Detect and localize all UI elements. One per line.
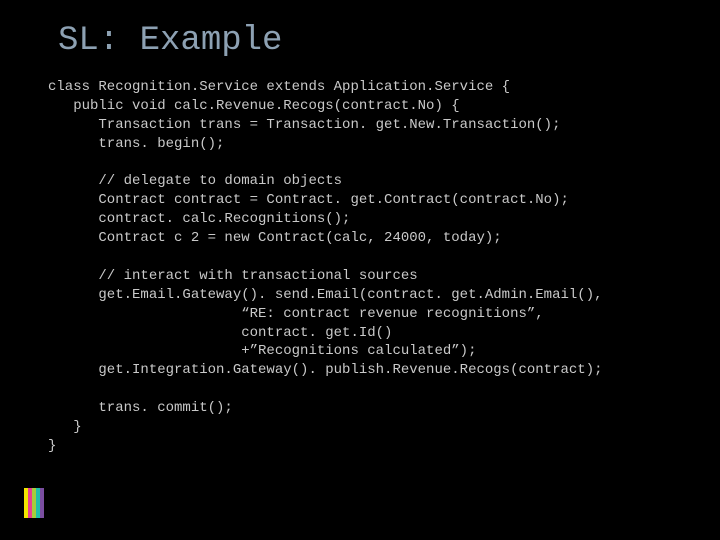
- code-line: contract. get.Id(): [48, 325, 392, 341]
- code-line: }: [48, 438, 56, 454]
- accent-stripes: [24, 488, 44, 518]
- code-line: // interact with transactional sources: [48, 268, 418, 284]
- code-line: class Recognition.Service extends Applic…: [48, 79, 510, 95]
- code-line: Transaction trans = Transaction. get.New…: [48, 117, 560, 133]
- code-line: get.Integration.Gateway(). publish.Reven…: [48, 362, 603, 378]
- code-line: // delegate to domain objects: [48, 173, 342, 189]
- slide-title: SL: Example: [58, 22, 670, 60]
- code-block: class Recognition.Service extends Applic…: [48, 78, 670, 456]
- code-line: get.Email.Gateway(). send.Email(contract…: [48, 287, 603, 303]
- code-line: contract. calc.Recognitions();: [48, 211, 350, 227]
- code-line: “RE: contract revenue recognitions”,: [48, 306, 544, 322]
- slide: SL: Example class Recognition.Service ex…: [0, 0, 720, 540]
- code-line: Contract c 2 = new Contract(calc, 24000,…: [48, 230, 502, 246]
- code-line: public void calc.Revenue.Recogs(contract…: [48, 98, 460, 114]
- code-line: }: [48, 419, 82, 435]
- code-line: trans. commit();: [48, 400, 233, 416]
- stripe: [40, 488, 44, 518]
- code-line: trans. begin();: [48, 136, 224, 152]
- code-line: Contract contract = Contract. get.Contra…: [48, 192, 569, 208]
- code-line: +”Recognitions calculated”);: [48, 343, 476, 359]
